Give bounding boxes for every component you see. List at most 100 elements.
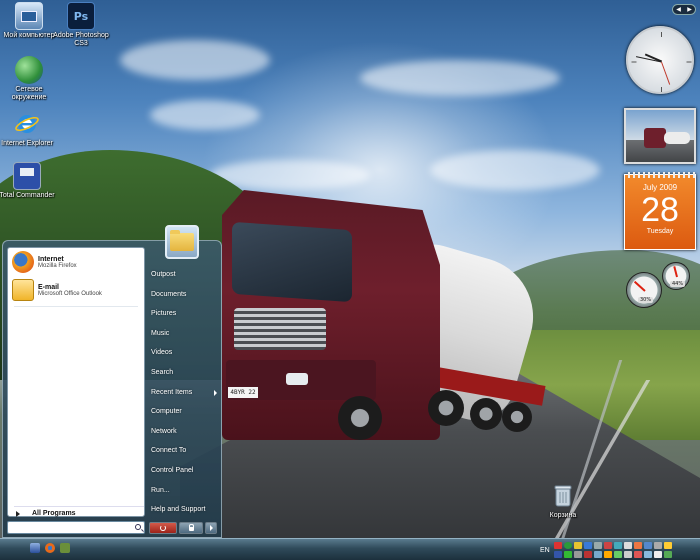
utility-quicklaunch-icon[interactable] xyxy=(60,543,70,553)
bluetooth-tray-icon[interactable] xyxy=(643,541,652,549)
clock-gadget[interactable] xyxy=(626,26,694,94)
total-commander-icon[interactable]: Total Commander xyxy=(0,162,56,200)
start-item-run[interactable]: Run... xyxy=(147,481,221,501)
power-icon xyxy=(160,525,166,531)
cloud-tray-icon[interactable] xyxy=(643,550,652,558)
download-tray-icon[interactable] xyxy=(633,541,642,549)
torrent-tray-icon[interactable] xyxy=(603,550,612,558)
trash-bin-icon xyxy=(549,482,577,510)
truck-wheel xyxy=(338,396,382,440)
power-button[interactable] xyxy=(149,522,177,534)
start-item-documents[interactable]: Documents xyxy=(147,285,221,305)
cloud xyxy=(430,150,600,190)
calendar-weekday: Tuesday xyxy=(646,228,674,235)
start-item-computer[interactable]: Computer xyxy=(147,402,221,422)
start-item-recent-items[interactable]: Recent Items xyxy=(147,383,221,403)
icq-tray-icon[interactable] xyxy=(563,550,572,558)
floppy-disk-icon xyxy=(13,162,41,190)
slideshow-gadget[interactable] xyxy=(624,108,696,164)
cpu-readout: 30% xyxy=(638,297,654,303)
shutdown-options-button[interactable] xyxy=(205,522,217,534)
start-item-videos[interactable]: Videos xyxy=(147,343,221,363)
chevron-left-icon[interactable]: ◀ xyxy=(676,6,681,13)
volume-tray-icon[interactable] xyxy=(593,541,602,549)
tank-thumbnail xyxy=(664,132,690,144)
start-item-control-panel[interactable]: Control Panel xyxy=(147,461,221,481)
start-item-label: Pictures xyxy=(151,310,177,318)
truck-grille xyxy=(234,308,326,350)
start-item-connect-to[interactable]: Connect To xyxy=(147,441,221,461)
clock-tick xyxy=(661,87,662,92)
pinned-programs-pane: Internet Mozilla Firefox E-mail Microsof… xyxy=(7,247,145,517)
power-tray-icon[interactable] xyxy=(573,550,582,558)
pinned-item-email[interactable]: E-mail Microsoft Office Outlook xyxy=(8,276,144,304)
start-item-label: Search xyxy=(151,368,174,376)
start-item-label: Videos xyxy=(151,349,173,357)
photoshop-icon[interactable]: Ps Adobe Photoshop CS3 xyxy=(52,2,110,48)
search-icon[interactable] xyxy=(135,524,141,530)
network-tray-icon[interactable] xyxy=(583,541,592,549)
lock-icon xyxy=(188,524,194,531)
arrow-right-icon xyxy=(209,525,213,531)
security-tray-icon[interactable] xyxy=(633,550,642,558)
power-button-group xyxy=(149,522,217,534)
warning-tray-icon[interactable] xyxy=(663,541,672,549)
clock-tick xyxy=(686,61,692,63)
user-picture[interactable] xyxy=(165,225,199,259)
keyboard-tray-icon[interactable] xyxy=(623,550,632,558)
firefox-icon xyxy=(12,251,34,273)
start-item-search[interactable]: Search xyxy=(147,363,221,383)
start-item-label: Network xyxy=(151,427,177,435)
media-tray-icon[interactable] xyxy=(583,550,592,558)
firefox-quicklaunch-icon[interactable] xyxy=(45,543,55,553)
truck-wheel xyxy=(470,398,502,430)
memory-readout: 44% xyxy=(670,281,686,287)
update-tray-icon[interactable] xyxy=(613,541,622,549)
usb-tray-icon[interactable] xyxy=(653,541,662,549)
pinned-item-subtitle: Microsoft Office Outlook xyxy=(38,290,102,297)
submenu-arrow-icon xyxy=(214,389,217,396)
battery-tray-icon[interactable] xyxy=(663,550,672,558)
memory-needle xyxy=(673,266,678,278)
start-item-label: Music xyxy=(151,329,170,337)
calendar-day: 28 xyxy=(641,191,679,229)
recycle-bin-icon[interactable]: Корзина xyxy=(534,482,592,520)
sync-tray-icon[interactable] xyxy=(593,550,602,558)
start-item-network[interactable]: Network xyxy=(147,422,221,442)
truck-plate: 4BYR 22 xyxy=(228,387,258,398)
calendar-gadget[interactable]: July 2009 28 Tuesday xyxy=(624,172,697,250)
pinned-item-internet[interactable]: Internet Mozilla Firefox xyxy=(8,248,144,276)
network-places-icon[interactable]: Сетевое окружение xyxy=(0,56,58,102)
messenger-tray-icon[interactable] xyxy=(573,541,582,549)
cpu-meter-gadget[interactable]: 30% 44% xyxy=(624,260,696,310)
tray-icons xyxy=(553,541,673,559)
truck-headlight xyxy=(286,373,308,385)
start-item-pictures[interactable]: Pictures xyxy=(147,304,221,324)
status-tray-icon[interactable] xyxy=(563,541,572,549)
skype-tray-icon[interactable] xyxy=(553,550,562,558)
language-indicator[interactable]: EN xyxy=(540,547,550,554)
cloud xyxy=(150,100,260,130)
chevron-right-icon[interactable]: ▶ xyxy=(687,6,692,13)
show-desktop-icon[interactable] xyxy=(30,543,40,553)
my-computer-icon[interactable]: Мой компьютер xyxy=(0,2,58,40)
all-programs-button[interactable]: All Programs xyxy=(14,506,144,518)
display-tray-icon[interactable] xyxy=(623,541,632,549)
start-item-music[interactable]: Music xyxy=(147,324,221,344)
start-item-help-and-support[interactable]: Help and Support xyxy=(147,500,221,520)
start-item-outpost[interactable]: Outpost xyxy=(147,265,221,285)
desktop-icon-label: Сетевое окружение xyxy=(11,86,47,101)
sidebar-toggle-button[interactable]: ◀ ▶ xyxy=(672,4,696,15)
firewall-tray-icon[interactable] xyxy=(603,541,612,549)
desktop-icon-label: Total Commander xyxy=(0,192,55,199)
start-item-label: Computer xyxy=(151,408,182,416)
start-search-input[interactable] xyxy=(8,522,126,533)
clock-tray-icon[interactable] xyxy=(653,550,662,558)
start-search-box[interactable] xyxy=(7,521,145,534)
connection-tray-icon[interactable] xyxy=(613,550,622,558)
system-tray: EN xyxy=(540,541,700,559)
antivirus-tray-icon[interactable] xyxy=(553,541,562,549)
lock-button[interactable] xyxy=(179,522,203,534)
cloud xyxy=(360,60,560,96)
internet-explorer-icon[interactable]: Internet Explorer xyxy=(0,110,56,148)
